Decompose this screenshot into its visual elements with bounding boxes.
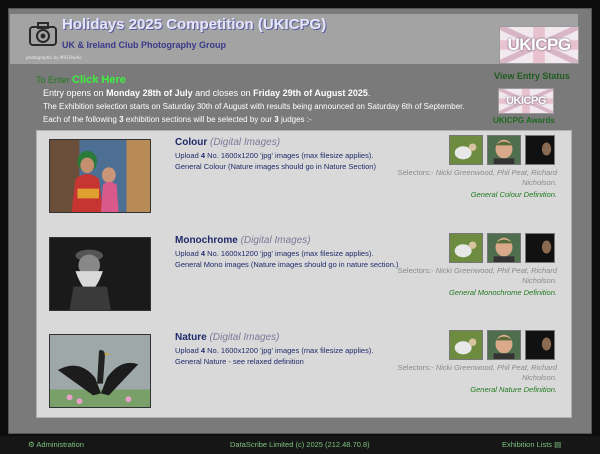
list-icon: ▤	[554, 440, 562, 449]
section-notes: General Mono images (Nature images shoul…	[175, 259, 399, 269]
page-subtitle: UK & Ireland Club Photography Group	[62, 40, 226, 50]
definition-link[interactable]: General Monochrome Definition.	[449, 288, 557, 297]
judge-image-2[interactable]	[487, 330, 521, 360]
section-monochrome: Monochrome (Digital Images) Upload 4 No.…	[37, 229, 571, 325]
section-notes: General Colour (Nature images should go …	[175, 161, 376, 171]
judge-image-3[interactable]	[525, 330, 555, 360]
nature-sample-image[interactable]	[49, 334, 151, 408]
upload-prefix: Upload	[175, 249, 199, 258]
upload-count: 4	[200, 151, 206, 160]
selectors-names: Nicki Greenwood, Phil Peat, Richard Nich…	[435, 266, 557, 285]
gear-icon: ⚙	[28, 440, 35, 449]
entry-prefix: Entry opens on	[43, 88, 104, 98]
selectors-text: Selectors:- Nicki Greenwood, Phil Peat, …	[397, 363, 557, 383]
upload-line: Upload 4 No. 1600x1200 'jpg' images (max…	[175, 346, 415, 357]
section-title-text: Monochrome	[175, 235, 238, 246]
entry-dates-line: Entry opens on Monday 28th of July and c…	[43, 88, 370, 98]
judge-image-3[interactable]	[525, 233, 555, 263]
awards-badge[interactable]: UKICPG	[498, 88, 554, 114]
judge-image-1[interactable]	[449, 330, 483, 360]
section-description: Upload 4 No. 1600x1200 'jpg' images (max…	[175, 249, 415, 270]
click-here-link[interactable]: Click Here	[72, 74, 126, 86]
judge-image-2[interactable]	[487, 233, 521, 263]
section-notes: General Nature - see relaxed definition	[175, 356, 304, 366]
judges-prefix: Each of the following	[43, 115, 117, 124]
judge-image-1[interactable]	[449, 135, 483, 165]
to-enter-line: To Enter Click Here	[36, 74, 126, 86]
definition-link[interactable]: General Nature Definition.	[470, 385, 557, 394]
judges-mid: exhibition sections will be selected by …	[125, 115, 273, 124]
page-footer: ⚙ Administration DataScribe Limited (c) …	[0, 436, 600, 454]
to-enter-label: To Enter	[36, 75, 70, 85]
upload-count: 4	[200, 346, 206, 355]
section-description: Upload 4 No. 1600x1200 'jpg' images (max…	[175, 346, 415, 367]
section-title-text: Nature	[175, 332, 207, 343]
selectors-label: Selectors:-	[397, 363, 434, 372]
judges-suffix: judges :-	[280, 115, 312, 124]
selectors-text: Selectors:- Nicki Greenwood, Phil Peat, …	[397, 168, 557, 188]
upload-suffix: No. 1600x1200 'jpg' images (max filesize…	[207, 249, 374, 258]
sections-panel: Colour (Digital Images) Upload 4 No. 160…	[36, 130, 572, 418]
logo-caption: photographic by MR1Studio	[26, 55, 82, 60]
judge-image-3[interactable]	[525, 135, 555, 165]
section-nature: Nature (Digital Images) Upload 4 No. 160…	[37, 326, 571, 417]
judge-image-1[interactable]	[449, 233, 483, 263]
selectors-label: Selectors:-	[397, 168, 434, 177]
section-colour: Colour (Digital Images) Upload 4 No. 160…	[37, 131, 571, 227]
section-title: Nature (Digital Images)	[175, 332, 280, 343]
section-type: (Digital Images)	[240, 235, 311, 246]
section-type: (Digital Images)	[210, 137, 281, 148]
exhibition-lists-label: Exhibition Lists	[502, 440, 553, 449]
section-title-text: Colour	[175, 137, 208, 148]
section-description: Upload 4 No. 1600x1200 'jpg' images (max…	[175, 151, 415, 172]
awards-badge-text: UKICPG	[506, 95, 546, 107]
exhibition-dates-line: The Exhibition selection starts on Satur…	[43, 102, 465, 111]
camera-icon	[29, 22, 57, 46]
section-title: Colour (Digital Images)	[175, 137, 280, 148]
judge-image-2[interactable]	[487, 135, 521, 165]
brand-badge-text: UKICPG	[507, 35, 571, 54]
upload-suffix: No. 1600x1200 'jpg' images (max filesize…	[207, 151, 374, 160]
awards-label[interactable]: UKICPG Awards	[493, 116, 555, 125]
copyright-text: DataScribe Limited (c) 2025 (212.48.70.8…	[230, 440, 370, 449]
section-type: (Digital Images)	[209, 332, 280, 343]
upload-prefix: Upload	[175, 346, 199, 355]
entry-mid: and closes on	[195, 88, 251, 98]
administration-label: Administration	[36, 440, 84, 449]
administration-link[interactable]: ⚙ Administration	[28, 440, 84, 449]
entry-open-date: Monday 28th of July	[106, 88, 193, 98]
section-title: Monochrome (Digital Images)	[175, 235, 311, 246]
definition-link[interactable]: General Colour Definition.	[471, 190, 557, 199]
entry-close-date: Friday 29th of August 2025	[253, 88, 368, 98]
page-header: photographic by MR1Studio Holidays 2025 …	[10, 14, 579, 64]
upload-line: Upload 4 No. 1600x1200 'jpg' images (max…	[175, 151, 415, 162]
upload-count: 4	[200, 249, 206, 258]
selectors-names: Nicki Greenwood, Phil Peat, Richard Nich…	[435, 168, 557, 187]
upload-prefix: Upload	[175, 151, 199, 160]
upload-line: Upload 4 No. 1600x1200 'jpg' images (max…	[175, 249, 415, 260]
colour-sample-image[interactable]	[49, 139, 151, 213]
view-entry-status-link[interactable]: View Entry Status	[494, 71, 570, 81]
selectors-label: Selectors:-	[397, 266, 434, 275]
judges-count: 3	[274, 115, 279, 124]
judges-line: Each of the following 3 exhibition secti…	[43, 115, 312, 124]
monochrome-sample-image[interactable]	[49, 237, 151, 311]
sections-count: 3	[119, 115, 124, 124]
page-title: Holidays 2025 Competition (UKICPG)	[62, 16, 327, 33]
exhibition-lists-link[interactable]: Exhibition Lists ▤	[502, 440, 561, 449]
brand-badge[interactable]: UKICPG	[499, 26, 579, 64]
entry-suffix: .	[367, 88, 371, 98]
selectors-names: Nicki Greenwood, Phil Peat, Richard Nich…	[435, 363, 557, 382]
upload-suffix: No. 1600x1200 'jpg' images (max filesize…	[207, 346, 374, 355]
selectors-text: Selectors:- Nicki Greenwood, Phil Peat, …	[397, 266, 557, 286]
